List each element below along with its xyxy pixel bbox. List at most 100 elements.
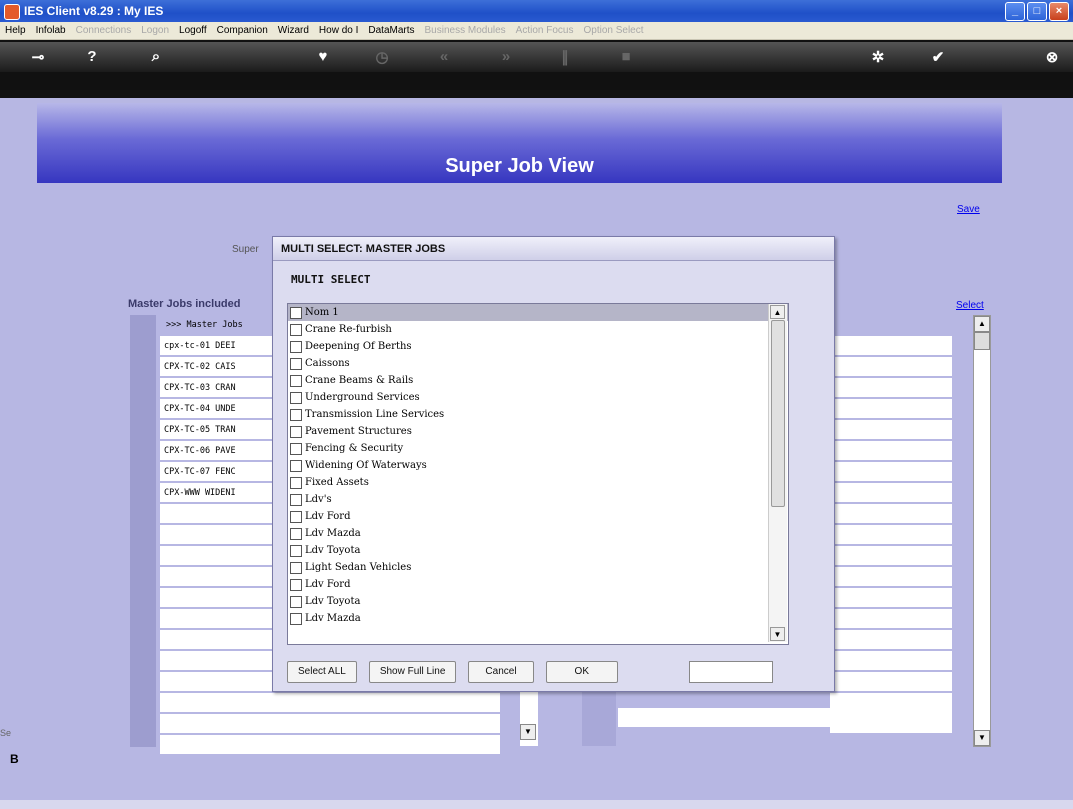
table-row[interactable] — [830, 462, 952, 483]
detail-row-bottom[interactable] — [618, 708, 952, 727]
window-title: IES Client v8.29 : My IES — [24, 4, 164, 18]
list-item[interactable]: Ldv's — [288, 491, 788, 508]
checkbox[interactable] — [290, 527, 302, 540]
checkbox[interactable] — [290, 408, 302, 421]
maximize-button[interactable]: □ — [1027, 2, 1047, 21]
table-row[interactable] — [830, 399, 952, 420]
search-icon[interactable]: ⌕ — [146, 48, 166, 65]
checkbox[interactable] — [290, 459, 302, 472]
table-row[interactable] — [830, 546, 952, 567]
list-item[interactable]: Nom 1 — [288, 304, 788, 321]
checkbox[interactable] — [290, 357, 302, 370]
list-item[interactable]: Ldv Mazda — [288, 610, 788, 627]
menu-how-do-i[interactable]: How do I — [314, 25, 363, 36]
table-row[interactable] — [830, 420, 952, 441]
scroll-up-icon[interactable]: ▲ — [770, 305, 785, 319]
table-row[interactable] — [830, 672, 952, 693]
checkbox[interactable] — [290, 374, 302, 387]
scroll-down-icon[interactable]: ▼ — [770, 627, 785, 641]
list-item[interactable]: Light Sedan Vehicles — [288, 559, 788, 576]
list-item[interactable]: Pavement Structures — [288, 423, 788, 440]
list-item[interactable]: Crane Beams & Rails — [288, 372, 788, 389]
scroll-thumb[interactable] — [974, 332, 990, 350]
checkbox[interactable] — [290, 476, 302, 489]
table-row[interactable] — [830, 567, 952, 588]
checkbox[interactable] — [290, 578, 302, 591]
scroll-up-icon[interactable]: ▲ — [974, 316, 990, 332]
scroll-down-icon[interactable]: ▼ — [520, 724, 536, 740]
list-item[interactable]: Crane Re-furbish — [288, 321, 788, 338]
checkbox[interactable] — [290, 544, 302, 557]
checkbox[interactable] — [290, 306, 302, 319]
check-icon[interactable]: ✔ — [928, 48, 948, 66]
table-row[interactable] — [160, 693, 500, 714]
list-item[interactable]: Ldv Ford — [288, 508, 788, 525]
list-item[interactable]: Ldv Toyota — [288, 593, 788, 610]
list-item[interactable]: Underground Services — [288, 389, 788, 406]
table-row[interactable] — [830, 357, 952, 378]
filter-input[interactable] — [689, 661, 773, 683]
heart-icon[interactable]: ♥ — [313, 48, 333, 65]
list-item[interactable]: Ldv Mazda — [288, 525, 788, 542]
option-label: Ldv's — [305, 494, 332, 505]
checkbox[interactable] — [290, 425, 302, 438]
menu-infolab[interactable]: Infolab — [31, 25, 71, 36]
checkbox[interactable] — [290, 595, 302, 608]
exit-icon[interactable]: ⊗ — [1042, 48, 1062, 66]
checkbox[interactable] — [290, 561, 302, 574]
show-full-line-button[interactable]: Show Full Line — [368, 661, 457, 683]
table-row[interactable] — [830, 378, 952, 399]
select-all-button[interactable]: Select ALL — [287, 661, 357, 683]
minimize-button[interactable]: _ — [1005, 2, 1025, 21]
menu-datamarts[interactable]: DataMarts — [363, 25, 419, 36]
menu-logoff[interactable]: Logoff — [174, 25, 212, 36]
list-item[interactable]: Caissons — [288, 355, 788, 372]
table-row[interactable] — [830, 525, 952, 546]
scroll-thumb[interactable] — [771, 320, 785, 507]
checkbox[interactable] — [290, 340, 302, 353]
list-item[interactable]: Widening Of Waterways — [288, 457, 788, 474]
options-listbox[interactable]: Nom 1 Crane Re-furbish Deepening Of Bert… — [287, 303, 789, 645]
table-row[interactable] — [830, 504, 952, 525]
option-label: Transmission Line Services — [305, 409, 445, 420]
select-link[interactable]: Select — [956, 300, 984, 311]
checkbox[interactable] — [290, 442, 302, 455]
rewind-icon: « — [439, 48, 449, 65]
ok-button[interactable]: OK — [545, 661, 618, 683]
table-row[interactable] — [160, 714, 500, 735]
table-row[interactable] — [160, 735, 500, 756]
checkbox[interactable] — [290, 612, 302, 625]
table-row[interactable] — [830, 651, 952, 672]
table-row[interactable] — [830, 336, 952, 357]
table-row[interactable] — [830, 483, 952, 504]
table-row[interactable] — [830, 588, 952, 609]
menu-wizard[interactable]: Wizard — [273, 25, 314, 36]
menu-companion[interactable]: Companion — [212, 25, 273, 36]
gear-icon[interactable]: ✲ — [868, 48, 888, 66]
save-link[interactable]: Save — [957, 204, 980, 215]
option-label: Ldv Mazda — [305, 528, 361, 539]
table-row[interactable] — [830, 441, 952, 462]
list-item[interactable]: Deepening Of Berths — [288, 338, 788, 355]
scroll-down-icon[interactable]: ▼ — [974, 730, 990, 746]
right-scrollbar[interactable]: ▲ ▼ — [973, 315, 991, 747]
key-icon[interactable]: ⊸ — [28, 48, 48, 66]
menu-option-select: Option Select — [583, 25, 644, 36]
table-row[interactable] — [830, 609, 952, 630]
help-icon[interactable]: ? — [82, 48, 102, 65]
checkbox[interactable] — [290, 323, 302, 336]
list-scrollbar[interactable]: ▲ ▼ — [768, 304, 787, 642]
middle-scrollbar[interactable]: ▼ — [520, 690, 538, 746]
checkbox[interactable] — [290, 391, 302, 404]
close-button[interactable]: × — [1049, 2, 1069, 21]
list-item[interactable]: Transmission Line Services — [288, 406, 788, 423]
list-item[interactable]: Fixed Assets — [288, 474, 788, 491]
menu-help[interactable]: Help — [0, 25, 31, 36]
cancel-button[interactable]: Cancel — [468, 661, 534, 683]
list-item[interactable]: Ldv Toyota — [288, 542, 788, 559]
list-item[interactable]: Fencing & Security — [288, 440, 788, 457]
table-row[interactable] — [830, 630, 952, 651]
list-item[interactable]: Ldv Ford — [288, 576, 788, 593]
checkbox[interactable] — [290, 493, 302, 506]
checkbox[interactable] — [290, 510, 302, 523]
